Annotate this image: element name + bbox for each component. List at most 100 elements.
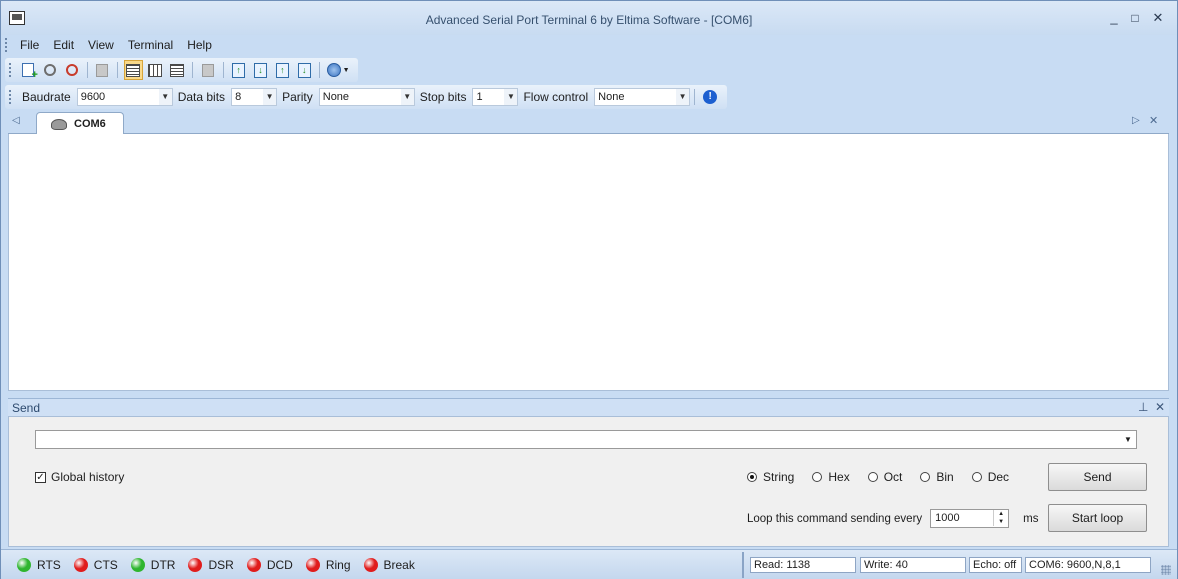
spin-down-icon[interactable]: ▼ [993, 518, 1008, 526]
new-session-icon [21, 63, 38, 81]
copy-icon [96, 63, 109, 77]
port-settings-toolbar: Baudrate 9600 ▼ Data bits 8 ▼ Parity None ▼… [5, 85, 727, 109]
chevron-down-icon: ▼ [342, 66, 350, 74]
disconnect-button[interactable] [62, 60, 81, 80]
text-view-icon [126, 63, 141, 77]
baudrate-select[interactable]: 9600 ▼ [76, 88, 173, 106]
led-label: CTS [93, 558, 118, 572]
send-input[interactable]: ▼ [35, 430, 1137, 449]
menu-help[interactable]: Help [180, 38, 219, 52]
radio-button[interactable] [867, 472, 878, 482]
led-label: Ring [325, 558, 351, 572]
hex-view-button[interactable] [146, 60, 165, 80]
radio-button[interactable] [971, 472, 982, 482]
menu-terminal[interactable]: Terminal [121, 38, 180, 52]
menu-grip[interactable] [5, 38, 8, 52]
info-icon[interactable]: ! [703, 90, 718, 104]
port-info: COM6: 9600,N,8,1 [1025, 557, 1151, 573]
radio-label: Oct [883, 470, 903, 484]
global-history-checkbox[interactable]: ✓ [35, 471, 46, 483]
clear-icon [201, 63, 214, 77]
parity-value: None [322, 91, 350, 103]
pin-icon[interactable]: ⊥ [1138, 400, 1148, 414]
menu-file[interactable]: File [13, 38, 46, 52]
echo-status: Echo: off [969, 557, 1022, 573]
radio-hex[interactable]: Hex [812, 470, 850, 484]
start-loop-button[interactable]: Start loop [1048, 504, 1147, 532]
tab-com6[interactable]: COM6 [36, 112, 124, 135]
send-file-button[interactable]: ↑ [229, 60, 248, 80]
resize-grip-icon[interactable] [1161, 565, 1171, 575]
send-button[interactable]: Send [1048, 463, 1147, 491]
toolbar-grip[interactable] [9, 63, 12, 77]
chevron-down-icon[interactable]: ▼ [1121, 432, 1135, 447]
format-radio-group: String Hex Oct Bin Dec [747, 470, 1027, 484]
flow-control-value: None [598, 91, 625, 103]
led-dcd: DCD [246, 558, 293, 572]
minimize-button[interactable]: _ [1105, 10, 1123, 26]
radio-label: Bin [936, 470, 954, 484]
send-data-button[interactable]: ↑ [273, 60, 292, 80]
search-button[interactable] [40, 60, 59, 80]
menu-edit[interactable]: Edit [46, 38, 81, 52]
status-separator [742, 552, 744, 578]
send-panel: ▼ ✓ Global history String Hex Oct Bin De… [8, 416, 1169, 547]
window-title: Advanced Serial Port Terminal 6 by Eltim… [425, 13, 753, 27]
databits-value: 8 [235, 91, 242, 103]
led-dot [73, 558, 88, 572]
toolbar-grip[interactable] [9, 90, 12, 104]
toolbar-separator [191, 62, 193, 78]
led-cts: CTS [73, 558, 118, 572]
scroll-left-icon[interactable]: ◁ [12, 115, 20, 126]
title-bar: Advanced Serial Port Terminal 6 by Eltim… [1, 1, 1177, 35]
send-panel-title: Send [12, 401, 41, 415]
table-view-button[interactable] [168, 60, 187, 80]
copy-button[interactable] [93, 60, 112, 80]
stopbits-label: Stop bits [419, 90, 467, 104]
table-view-icon [170, 63, 184, 77]
terminal-output[interactable] [8, 134, 1169, 391]
radio-oct[interactable]: Oct [867, 470, 903, 484]
radio-dec[interactable]: Dec [971, 470, 1009, 484]
text-view-button[interactable] [123, 60, 143, 80]
close-panel-icon[interactable]: ✕ [1155, 400, 1165, 414]
radio-string[interactable]: String [747, 470, 794, 484]
global-history-option[interactable]: ✓ Global history [35, 470, 124, 484]
stopbits-select[interactable]: 1 ▼ [472, 88, 519, 106]
receive-data-button[interactable]: ↓ [295, 60, 314, 80]
send-data-icon: ↑ [275, 62, 289, 78]
led-dot [17, 558, 31, 572]
toolbar-separator [86, 62, 88, 78]
close-tab-icon[interactable]: ✕ [1149, 114, 1158, 127]
clear-button[interactable] [198, 60, 217, 80]
baudrate-value: 9600 [80, 91, 106, 103]
radio-button[interactable] [812, 472, 823, 482]
led-break: Break [363, 558, 415, 572]
led-dot [305, 558, 320, 572]
databits-select[interactable]: 8 ▼ [231, 88, 278, 106]
led-dsr: DSR [188, 558, 234, 572]
maximize-button[interactable]: □ [1126, 10, 1144, 26]
led-dot [363, 558, 378, 572]
send-file-icon: ↑ [232, 62, 246, 78]
new-session-button[interactable] [18, 60, 38, 81]
search-icon [43, 64, 56, 76]
app-window: Advanced Serial Port Terminal 6 by Eltim… [0, 0, 1178, 579]
radio-button[interactable] [920, 472, 931, 482]
hex-view-icon [148, 63, 163, 77]
scroll-right-icon[interactable]: ▷ [1132, 115, 1140, 126]
receive-file-button[interactable]: ↓ [251, 60, 270, 80]
radio-bin[interactable]: Bin [920, 470, 954, 484]
loop-interval-input[interactable]: 1000 ▲ ▼ [930, 509, 1010, 528]
close-button[interactable]: ✕ [1149, 10, 1167, 26]
parity-select[interactable]: None ▼ [318, 88, 415, 106]
flow-control-select[interactable]: None ▼ [594, 88, 691, 106]
help-button[interactable]: ▼ [326, 60, 351, 80]
led-rts: RTS [17, 558, 61, 572]
loop-label: Loop this command sending every [747, 512, 923, 525]
led-label: RTS [37, 558, 61, 572]
radio-button[interactable] [747, 472, 757, 482]
spin-up-icon[interactable]: ▲ [993, 510, 1008, 518]
toolbar-separator [694, 89, 696, 105]
menu-view[interactable]: View [81, 38, 121, 52]
